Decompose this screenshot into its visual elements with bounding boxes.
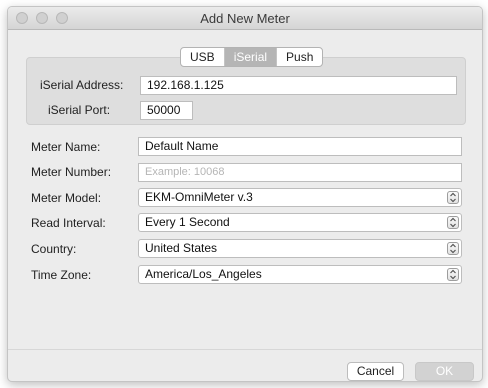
tab-iserial[interactable]: iSerial: [224, 48, 278, 66]
add-meter-dialog: Add New Meter iSerial Address: 192.168.1…: [7, 6, 483, 382]
iserial-address-input[interactable]: 192.168.1.125: [140, 76, 457, 95]
meter-name-label: Meter Name:: [31, 140, 101, 154]
read-interval-value: Every 1 Second: [145, 215, 230, 229]
time-zone-value: America/Los_Angeles: [145, 267, 262, 281]
iserial-port-input[interactable]: 50000: [140, 101, 193, 120]
iserial-settings-group: iSerial Address: 192.168.1.125 iSerial P…: [26, 57, 466, 125]
meter-number-input[interactable]: Example: 10068: [138, 163, 462, 182]
footer-divider: [8, 349, 482, 350]
titlebar: Add New Meter: [8, 7, 482, 30]
read-interval-label: Read Interval:: [31, 216, 106, 230]
updown-chevron-icon: [447, 216, 459, 229]
cancel-button[interactable]: Cancel: [347, 362, 404, 381]
read-interval-select[interactable]: Every 1 Second: [138, 213, 462, 232]
updown-chevron-icon: [447, 242, 459, 255]
time-zone-label: Time Zone:: [31, 268, 92, 282]
updown-chevron-icon: [447, 268, 459, 281]
meter-model-label: Meter Model:: [31, 191, 102, 205]
meter-name-input[interactable]: Default Name: [138, 137, 462, 156]
meter-number-label: Meter Number:: [31, 165, 112, 179]
tab-usb[interactable]: USB: [181, 48, 225, 66]
time-zone-select[interactable]: America/Los_Angeles: [138, 265, 462, 284]
updown-chevron-icon: [447, 191, 459, 204]
country-select[interactable]: United States: [138, 239, 462, 258]
meter-model-select[interactable]: EKM-OmniMeter v.3: [138, 188, 462, 207]
ok-button[interactable]: OK: [415, 362, 474, 381]
country-label: Country:: [31, 242, 77, 256]
window-title: Add New Meter: [200, 11, 290, 26]
iserial-port-label: iSerial Port:: [48, 103, 111, 117]
meter-model-value: EKM-OmniMeter v.3: [145, 190, 253, 204]
iserial-address-label: iSerial Address:: [40, 78, 124, 92]
connection-type-tabs: USB iSerial Push: [180, 47, 324, 67]
country-value: United States: [145, 241, 218, 255]
tab-push[interactable]: Push: [277, 48, 322, 66]
